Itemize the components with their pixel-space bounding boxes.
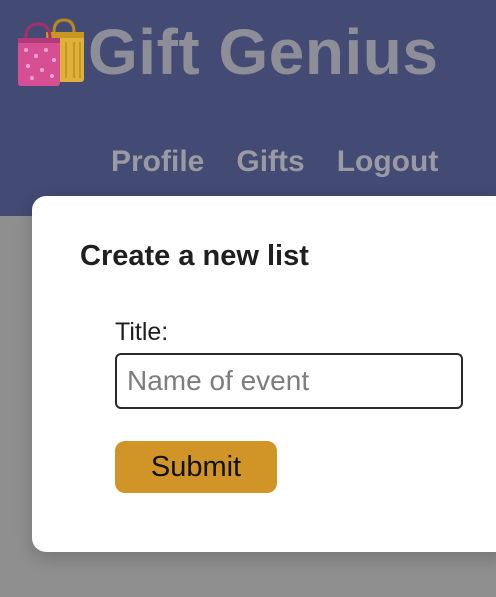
nav-link-logout[interactable]: Logout xyxy=(337,143,439,181)
nav-link-profile[interactable]: Profile xyxy=(111,143,204,181)
shopping-bags-icon xyxy=(18,18,84,86)
title-label: Title: xyxy=(115,318,169,346)
main-nav: Profile Gifts Logout xyxy=(111,143,438,181)
submit-button[interactable]: Submit xyxy=(115,441,277,493)
card-title: Create a new list xyxy=(80,240,309,272)
create-list-form: Title: Submit xyxy=(115,318,463,493)
create-list-card: Create a new list Title: Submit xyxy=(32,196,496,552)
title-input[interactable] xyxy=(115,353,463,409)
site-title: Gift Genius xyxy=(88,16,439,88)
brand[interactable]: Gift Genius xyxy=(14,14,438,90)
site-header: Gift Genius Profile Gifts Logout xyxy=(0,0,496,216)
nav-link-gifts[interactable]: Gifts xyxy=(236,143,304,181)
